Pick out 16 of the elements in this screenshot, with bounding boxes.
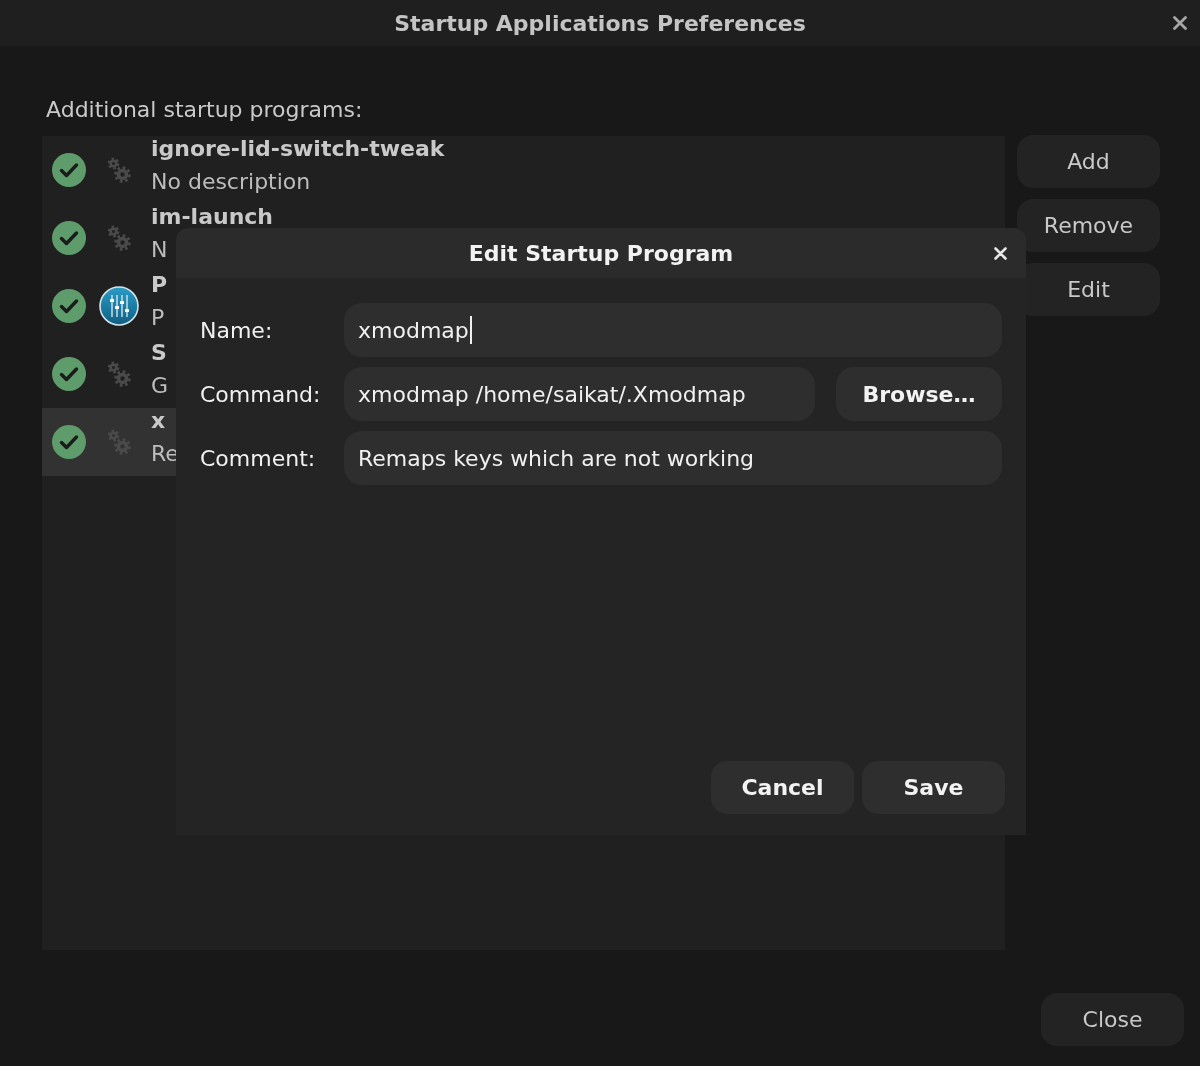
window-title: Startup Applications Preferences — [394, 10, 806, 36]
program-name: S — [151, 342, 167, 364]
section-label: Additional startup programs: — [46, 96, 364, 124]
program-name: P — [151, 274, 168, 296]
program-description: No description — [151, 168, 311, 196]
program-description: G — [151, 372, 169, 400]
field-label: Name: — [200, 317, 274, 343]
dialog-title: Edit Startup Program — [468, 240, 734, 266]
program-description: Re — [151, 440, 179, 468]
program-name: im-launch — [151, 206, 273, 228]
program-name: x — [151, 410, 166, 432]
field-label: Command: — [200, 381, 322, 407]
program-description: P — [151, 304, 165, 332]
field-label: Comment: — [200, 445, 317, 471]
program-description: N — [151, 236, 168, 264]
program-name: ignore-lid-switch-tweak — [151, 138, 445, 160]
